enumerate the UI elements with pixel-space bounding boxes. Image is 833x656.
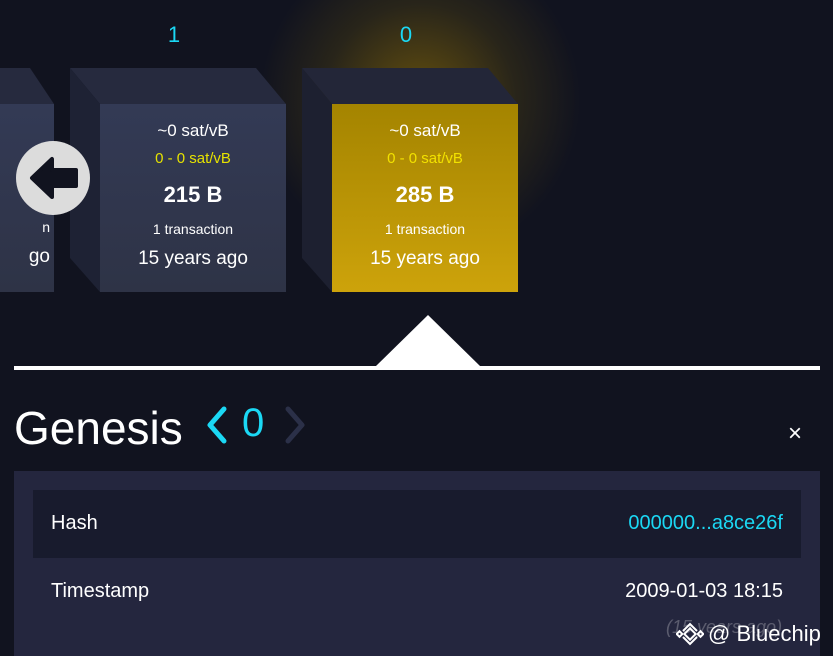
divider-line (14, 366, 820, 370)
page-title: Genesis (14, 402, 183, 454)
block-2-age: go (28, 246, 50, 267)
block-1-fee: ~0 sat/vB (157, 121, 229, 140)
block-1-face: ~0 sat/vB 0 - 0 sat/vB 215 B 1 transacti… (100, 104, 286, 292)
block-0-fee-range: 0 - 0 sat/vB (387, 150, 463, 167)
block-1-age: 15 years ago (138, 248, 248, 269)
block-height-label: 0 (242, 401, 265, 445)
selected-block-pointer (376, 315, 480, 366)
chevron-left-icon[interactable] (204, 403, 230, 447)
block-0-size: 285 B (395, 182, 455, 207)
hash-label: Hash (51, 512, 98, 534)
timestamp-value: 2009-01-03 18:15 (625, 580, 783, 602)
hash-link[interactable]: 000000...a8ce26f (628, 512, 783, 535)
table-row-hash: Hash 000000...a8ce26f (33, 490, 801, 558)
blockchain-strip: n go 1 ~0 sat/vB 0 - 0 sat/vB 215 B 1 tr… (0, 0, 833, 300)
block-0-tx-count: 1 transaction (384, 221, 466, 237)
block-1-height[interactable]: 1 (154, 22, 194, 48)
chevron-right-icon (285, 406, 305, 444)
block-0-face: ~0 sat/vB 0 - 0 sat/vB 285 B 1 transacti… (332, 104, 518, 292)
binance-logo-icon (676, 622, 704, 646)
close-icon[interactable]: × (788, 420, 802, 448)
scroll-back-button[interactable] (16, 141, 90, 215)
block-2-tx-count: n (42, 219, 50, 235)
timestamp-label: Timestamp (51, 580, 150, 602)
table-row-timestamp: Timestamp 2009-01-03 18:15 (33, 558, 801, 626)
block-1-tx-count: 1 transaction (152, 221, 234, 237)
block-2-fee (0, 121, 54, 140)
block-1-size: 215 B (163, 182, 223, 207)
block-0-fee: ~0 sat/vB (389, 121, 461, 140)
arrow-left-icon (30, 157, 78, 199)
block-1-fee-range: 0 - 0 sat/vB (155, 150, 231, 167)
watermark-text: @ Bluechip (708, 621, 821, 646)
block-0-age: 15 years ago (370, 248, 480, 269)
block-0-height[interactable]: 0 (386, 22, 426, 48)
